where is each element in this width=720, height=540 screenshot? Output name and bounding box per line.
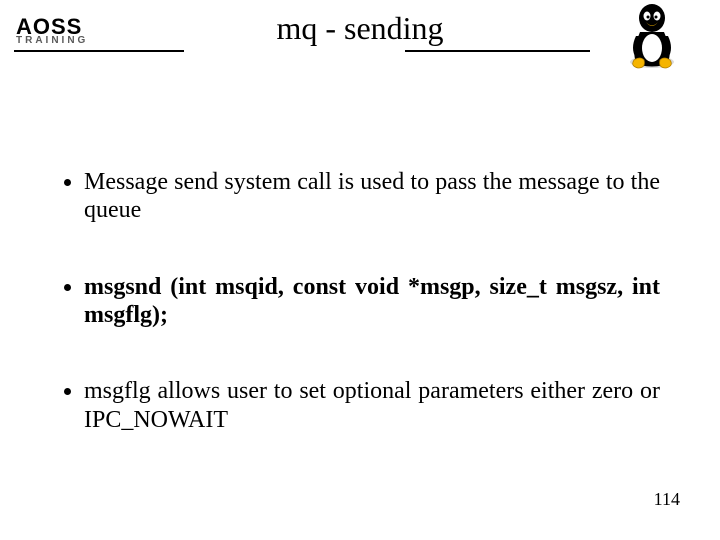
- header-rule-left: [14, 50, 184, 52]
- slide: AOSS TRAINING mq - sending: [0, 0, 720, 540]
- tux-icon: [622, 2, 682, 70]
- page-number: 114: [654, 489, 680, 510]
- bullet-text: msgsnd (int msqid, const void *msgp, siz…: [84, 274, 660, 328]
- bullet-item: msgsnd (int msqid, const void *msgp, siz…: [84, 273, 660, 330]
- bullet-item: msgflg allows user to set optional param…: [84, 377, 660, 434]
- slide-body: Message send system call is used to pass…: [60, 168, 660, 434]
- bullet-list: Message send system call is used to pass…: [60, 168, 660, 434]
- bullet-text: msgflg allows user to set optional param…: [84, 378, 660, 432]
- slide-title: mq - sending: [0, 10, 720, 47]
- bullet-item: Message send system call is used to pass…: [84, 168, 660, 225]
- header-rule-right: [405, 50, 590, 52]
- bullet-text: Message send system call is used to pass…: [84, 169, 660, 223]
- slide-header: AOSS TRAINING mq - sending: [0, 0, 720, 74]
